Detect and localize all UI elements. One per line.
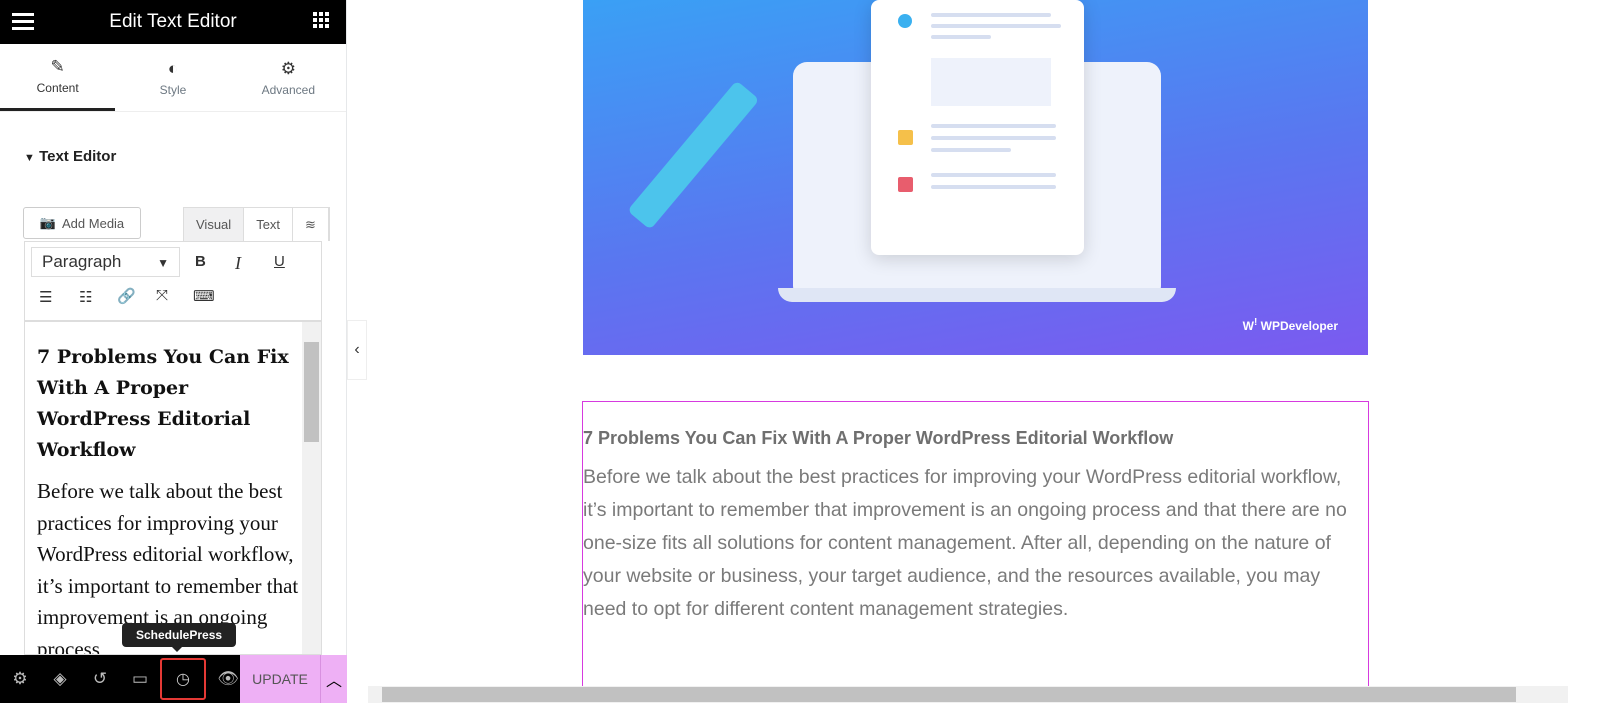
bold-icon[interactable]: B xyxy=(195,253,206,270)
chevron-left-icon: ‹ xyxy=(354,341,360,358)
fullscreen-icon[interactable]: ⤧ xyxy=(156,287,168,304)
history-icon[interactable]: ↺ xyxy=(80,669,120,689)
responsive-icon[interactable]: ▭ xyxy=(120,669,160,689)
add-media-button[interactable]: 📷 Add Media xyxy=(23,207,141,239)
caret-down-icon: ▼ xyxy=(24,152,35,164)
visual-tab[interactable]: Visual xyxy=(184,208,245,241)
laptop-base xyxy=(778,288,1176,302)
settings-icon[interactable]: ⚙ xyxy=(0,669,40,689)
grid-icon[interactable] xyxy=(313,12,330,35)
numbered-list-icon[interactable]: ☷ xyxy=(79,288,92,306)
editor-content[interactable]: 7 Problems You Can Fix With A Proper Wor… xyxy=(24,321,322,655)
keyboard-icon[interactable]: ⌨ xyxy=(193,287,215,305)
editor-heading: 7 Problems You Can Fix With A Proper Wor… xyxy=(37,346,289,461)
document-illustration xyxy=(871,0,1084,255)
pencil-illustration xyxy=(627,80,760,230)
collapse-panel-button[interactable]: ‹ xyxy=(347,320,367,380)
gear-icon: ⚙ xyxy=(280,58,296,78)
hamburger-icon[interactable] xyxy=(12,12,34,36)
bullet-list-icon[interactable]: ☰ xyxy=(39,288,52,306)
editor-toolbar: Paragraph ▼ B I U ☰ ☷ 🔗 ⤧ ⌨ xyxy=(24,241,322,321)
format-select[interactable]: Paragraph ▼ xyxy=(31,247,180,277)
tab-advanced[interactable]: ⚙ Advanced xyxy=(231,44,346,111)
editor-panel: Edit Text Editor ✎ Content ◐ Style ⚙ Advanc… xyxy=(0,0,347,717)
format-value: Paragraph xyxy=(42,252,122,271)
half-circle-icon: ◐ xyxy=(167,58,179,78)
chevron-up-icon[interactable]: ︿ xyxy=(320,655,347,703)
database-icon[interactable]: ≋ xyxy=(293,208,329,241)
section-toggle[interactable]: ▼ Text Editor xyxy=(0,112,346,165)
tooltip: SchedulePress xyxy=(122,623,237,652)
chevron-down-icon: ▼ xyxy=(157,256,169,270)
preview-heading: 7 Problems You Can Fix With A Proper Wor… xyxy=(583,428,1174,448)
tab-style[interactable]: ◐ Style xyxy=(115,44,230,111)
horizontal-scrollbar[interactable] xyxy=(368,686,1568,703)
section-title: Text Editor xyxy=(39,148,117,165)
panel-header: Edit Text Editor xyxy=(0,0,346,44)
tab-label: Style xyxy=(159,82,187,97)
right-gutter xyxy=(1568,0,1600,703)
layers-icon[interactable]: ◈ xyxy=(40,669,80,689)
editor-scrollbar[interactable] xyxy=(302,322,321,654)
text-editor-widget[interactable]: 7 Problems You Can Fix With A Proper Wor… xyxy=(582,401,1369,691)
link-icon[interactable]: 🔗 xyxy=(117,287,136,305)
panel-footer: ⚙ ◈ ↺ ▭ ◷ 👁 UPDATE ︿ xyxy=(0,655,347,703)
featured-image: W! WPDeveloper xyxy=(583,0,1368,355)
tab-label: Advanced xyxy=(261,82,315,97)
preview-body: Before we talk about the best practices … xyxy=(583,466,1347,620)
tab-content[interactable]: ✎ Content xyxy=(0,44,116,111)
add-media-label: Add Media xyxy=(62,215,125,231)
media-icon: 📷 xyxy=(39,215,57,230)
tab-label: Content xyxy=(36,81,79,95)
update-button[interactable]: UPDATE xyxy=(240,655,320,703)
underline-icon[interactable]: U xyxy=(274,253,285,270)
italic-icon[interactable]: I xyxy=(235,253,241,274)
bottom-gutter xyxy=(0,703,1600,717)
pencil-icon: ✎ xyxy=(50,57,65,76)
schedulepress-icon[interactable]: ◷ xyxy=(160,658,206,700)
panel-title: Edit Text Editor xyxy=(109,11,237,32)
text-tab[interactable]: Text xyxy=(244,208,294,241)
wpdeveloper-logo: W! WPDeveloper xyxy=(1242,317,1338,333)
